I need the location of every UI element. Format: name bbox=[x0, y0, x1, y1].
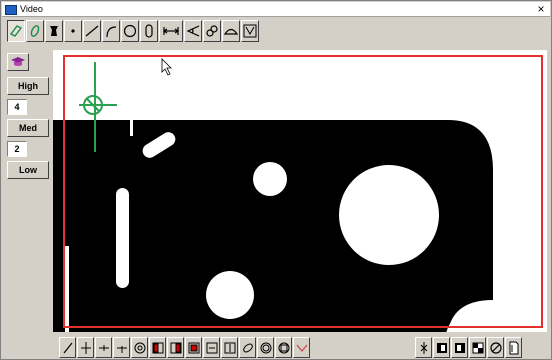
level-high-value[interactable]: 4 bbox=[7, 99, 27, 115]
checker-icon[interactable] bbox=[469, 337, 486, 358]
window-icon bbox=[5, 5, 17, 15]
point-icon[interactable] bbox=[64, 20, 82, 42]
box-right-icon[interactable] bbox=[167, 337, 184, 358]
level-med-button[interactable]: Med bbox=[7, 119, 49, 137]
pointer-icon[interactable] bbox=[59, 337, 76, 358]
contour-icon[interactable] bbox=[222, 20, 240, 42]
no-entry-icon[interactable] bbox=[487, 337, 504, 358]
line-icon[interactable] bbox=[83, 20, 101, 42]
close-button[interactable]: × bbox=[534, 3, 548, 15]
large-hole bbox=[339, 165, 439, 265]
video-window: Video × High 4 Med 2 Low bbox=[0, 0, 552, 360]
double-circle-icon[interactable] bbox=[257, 337, 274, 358]
graduation-cap-icon[interactable] bbox=[7, 53, 29, 71]
video-image[interactable] bbox=[53, 50, 547, 332]
focus-left-icon[interactable] bbox=[433, 337, 450, 358]
cross-icon[interactable] bbox=[77, 337, 94, 358]
circle-icon[interactable] bbox=[121, 20, 139, 42]
horizontal-cross-icon[interactable] bbox=[95, 337, 112, 358]
distance-icon[interactable] bbox=[159, 20, 183, 42]
edge-notch bbox=[65, 246, 69, 332]
mouse-pointer bbox=[161, 58, 172, 76]
overlay-toolbar bbox=[59, 337, 549, 359]
box-top-icon[interactable] bbox=[185, 337, 202, 358]
check-icon[interactable] bbox=[293, 337, 310, 358]
box-left-icon[interactable] bbox=[149, 337, 166, 358]
level-low-button[interactable]: Low bbox=[7, 161, 49, 179]
level-high-button[interactable]: High bbox=[7, 77, 49, 95]
window-title: Video bbox=[20, 4, 43, 14]
title-bar: Video × bbox=[2, 2, 550, 17]
link-icon[interactable] bbox=[203, 20, 221, 42]
video-viewport[interactable] bbox=[53, 50, 547, 332]
medium-hole bbox=[206, 271, 254, 319]
measure-toolbar bbox=[7, 20, 307, 44]
lighting-panel: High 4 Med 2 Low bbox=[7, 53, 49, 183]
page-icon[interactable] bbox=[505, 337, 522, 358]
angle-icon[interactable] bbox=[184, 20, 202, 42]
slot-icon[interactable] bbox=[140, 20, 158, 42]
edge-tool-icon[interactable] bbox=[45, 20, 63, 42]
level-med-value[interactable]: 2 bbox=[7, 141, 27, 157]
cross-hatch-icon[interactable] bbox=[113, 337, 130, 358]
box-center-icon[interactable] bbox=[221, 337, 238, 358]
arc-icon[interactable] bbox=[102, 20, 120, 42]
auto-measure-icon[interactable] bbox=[241, 20, 259, 42]
select-region-icon[interactable] bbox=[7, 20, 25, 42]
focus-right-icon[interactable] bbox=[451, 337, 468, 358]
small-hole bbox=[253, 162, 287, 196]
ellipse-icon[interactable] bbox=[239, 337, 256, 358]
circle-target-icon[interactable] bbox=[131, 337, 148, 358]
square-circle-icon[interactable] bbox=[275, 337, 292, 358]
edge-stub bbox=[130, 118, 133, 136]
probe-icon[interactable] bbox=[26, 20, 44, 42]
vertical-split-icon[interactable] bbox=[415, 337, 432, 358]
box-bottom-icon[interactable] bbox=[203, 337, 220, 358]
vertical-slot bbox=[116, 188, 129, 288]
